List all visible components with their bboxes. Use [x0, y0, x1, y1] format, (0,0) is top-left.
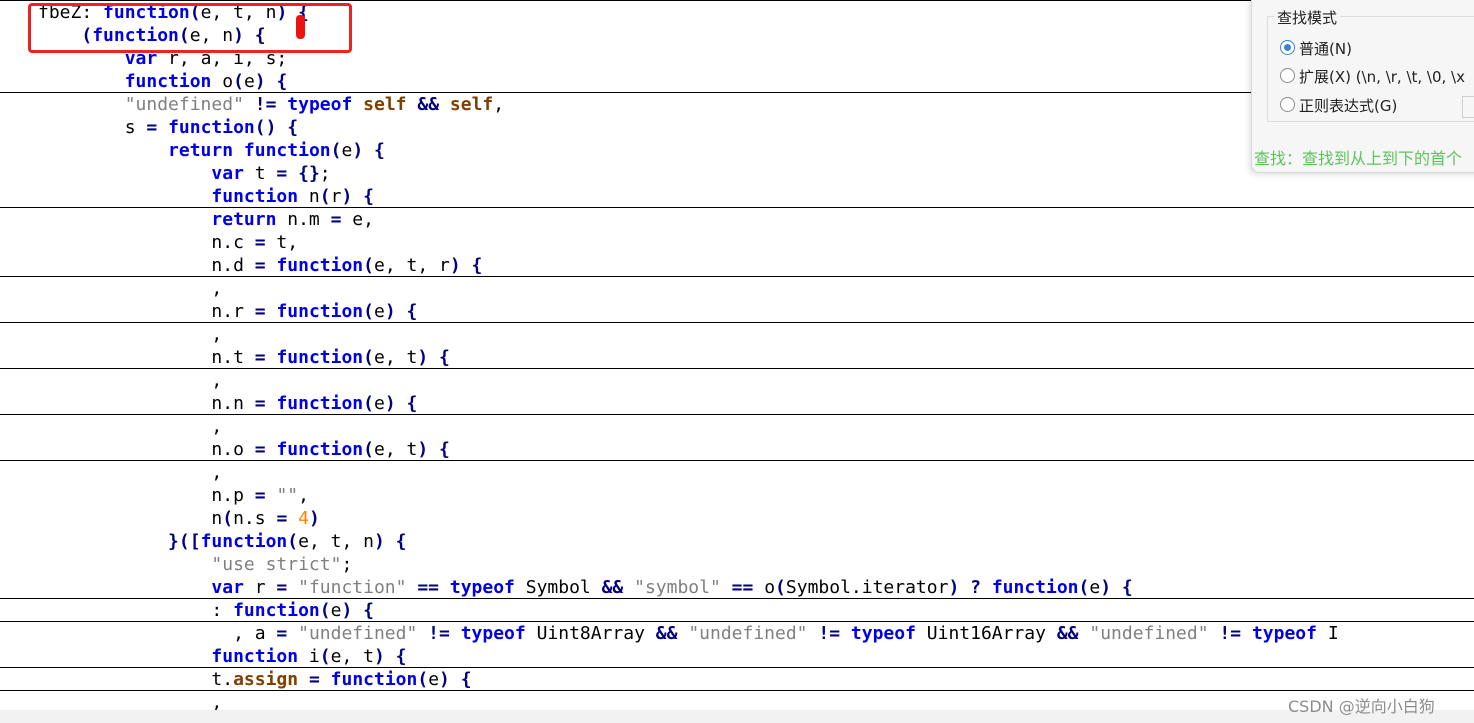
- radio-icon[interactable]: [1280, 97, 1295, 112]
- code-line: n.d = function(e, t, r) {: [38, 255, 483, 276]
- code-line: ,: [38, 462, 223, 483]
- code-line: n.n = function(e) {: [38, 393, 418, 414]
- code-line: n.o = function(e, t) {: [38, 439, 450, 460]
- row-separator: [0, 322, 1474, 323]
- code-line: }([function(e, t, n) {: [168, 531, 407, 552]
- code-line: function n(r) {: [211, 186, 374, 207]
- code-line: var t = {};: [211, 163, 331, 184]
- row-separator: [0, 690, 1474, 691]
- horizontal-scrollbar-area[interactable]: [0, 710, 1474, 723]
- code-line: ,: [38, 324, 223, 345]
- mode-option-label: 正则表达式(G): [1299, 97, 1398, 115]
- code-line: n.p = "",: [38, 485, 309, 506]
- mode-option-label: 扩展(X) (\n, \r, \t, \0, \x: [1299, 68, 1465, 86]
- row-separator: [0, 207, 1474, 208]
- checkbox-partial[interactable]: [1462, 96, 1474, 118]
- row-separator: [0, 414, 1474, 415]
- annotation-cursor-mark: [296, 15, 305, 39]
- search-mode-title: 查找模式: [1274, 7, 1341, 28]
- row-separator: [0, 460, 1474, 461]
- mode-option-normal[interactable]: 普通(N): [1280, 38, 1352, 60]
- row-separator: [0, 276, 1474, 277]
- code-line: ,: [38, 416, 223, 437]
- csdn-watermark: CSDN @逆向小白狗: [1288, 697, 1435, 716]
- code-line: s = function() {: [38, 117, 299, 138]
- code-line: , a = "undefined" != typeof Uint8Array &…: [38, 623, 1339, 644]
- find-status-text: 查找：查找到从上到下的首个: [1254, 149, 1463, 168]
- code-line: return function(e) {: [168, 140, 385, 161]
- find-dialog: 查找模式 普通(N) 扩展(X) (\n, \r, \t, \0, \x 正则表…: [1251, 0, 1474, 173]
- code-line: n.r = function(e) {: [38, 301, 418, 322]
- mode-option-extended[interactable]: 扩展(X) (\n, \r, \t, \0, \x: [1280, 66, 1465, 88]
- radio-checked-icon[interactable]: [1280, 40, 1295, 55]
- code-line: t.assign = function(e) {: [38, 669, 472, 690]
- code-line: "use strict";: [211, 554, 353, 575]
- code-line: ,: [38, 370, 223, 391]
- code-line: n.t = function(e, t) {: [38, 347, 450, 368]
- code-line: var r = "function" == typeof Symbol && "…: [211, 577, 1133, 598]
- row-separator: [0, 368, 1474, 369]
- code-line: ,: [38, 278, 223, 299]
- code-line: function i(e, t) {: [211, 646, 407, 667]
- radio-icon[interactable]: [1280, 68, 1295, 83]
- code-line: "undefined" != typeof self && self,: [124, 94, 505, 115]
- code-line: function o(e) {: [124, 71, 288, 92]
- row-separator: [0, 621, 1474, 622]
- code-line: : function(e) {: [38, 600, 374, 621]
- code-line: return n.m = e,: [211, 209, 374, 230]
- code-line: ,: [38, 692, 223, 710]
- screenshot-root: fbeZ: function(e, t, n) { (function(e, n…: [0, 0, 1474, 723]
- code-line: n(n.s = 4): [38, 508, 320, 529]
- row-separator: [0, 598, 1474, 599]
- row-separator: [0, 667, 1474, 668]
- code-line: n.c = t,: [38, 232, 299, 253]
- mode-option-regex[interactable]: 正则表达式(G): [1280, 95, 1397, 117]
- mode-option-label: 普通(N): [1299, 40, 1352, 58]
